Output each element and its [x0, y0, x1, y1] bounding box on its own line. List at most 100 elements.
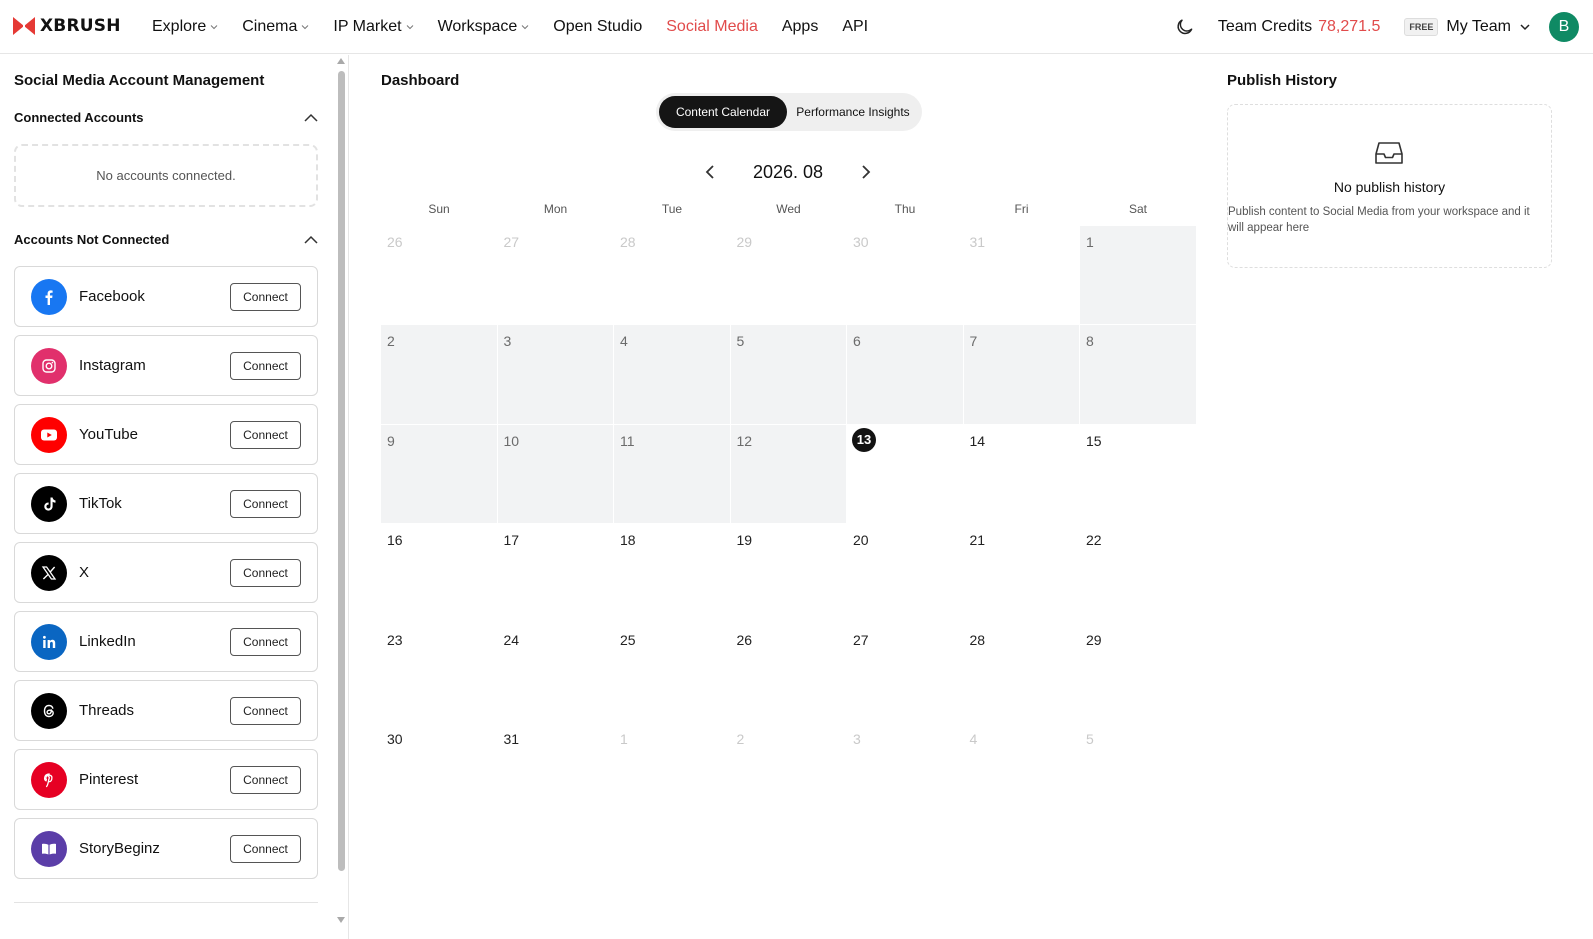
chevron-up-icon[interactable]: [304, 235, 318, 245]
calendar-day[interactable]: 9: [381, 424, 497, 524]
day-number: 17: [503, 532, 520, 549]
calendar-day[interactable]: 2: [381, 325, 497, 424]
calendar-day[interactable]: 15: [1080, 425, 1196, 523]
calendar-day[interactable]: 27: [498, 226, 614, 324]
calendar-day[interactable]: 30: [847, 226, 963, 324]
calendar-day[interactable]: 12: [730, 424, 846, 524]
calendar-day[interactable]: 29: [1080, 624, 1196, 722]
calendar-day[interactable]: 29: [731, 226, 847, 324]
view-toggle: Content Calendar Performance Insights: [656, 93, 922, 131]
linkedin-icon: [31, 623, 67, 660]
calendar-day[interactable]: 16: [381, 524, 497, 622]
calendar-day[interactable]: 10: [497, 424, 613, 524]
calendar-day[interactable]: 25: [614, 624, 730, 722]
connect-linkedin-button[interactable]: Connect: [230, 627, 301, 656]
calendar-day[interactable]: 24: [498, 624, 614, 722]
calendar-day[interactable]: 28: [964, 624, 1080, 722]
publish-history-empty-description: Publish content to Social Media from you…: [1228, 206, 1530, 234]
nav-label: IP Market: [333, 18, 402, 35]
day-number: 11: [620, 432, 635, 449]
calendar-day[interactable]: 31: [964, 226, 1080, 324]
not-connected-accounts-header[interactable]: Accounts Not Connected: [14, 232, 318, 247]
calendar-day[interactable]: 1: [1080, 226, 1196, 325]
calendar-day-today[interactable]: 13: [847, 425, 963, 523]
nav-api[interactable]: API: [842, 18, 868, 36]
plan-badge: FREE: [1404, 18, 1439, 36]
day-number: 27: [503, 234, 520, 250]
calendar-day[interactable]: 19: [731, 524, 847, 622]
left-panel-scrollbar[interactable]: [335, 55, 347, 939]
calendar-day[interactable]: 6: [847, 325, 963, 424]
account-card-instagram: Instagram Connect: [14, 335, 318, 396]
tab-performance-insights[interactable]: Performance Insights: [787, 96, 919, 128]
scroll-thumb[interactable]: [338, 71, 345, 871]
tab-content-calendar[interactable]: Content Calendar: [659, 96, 787, 128]
calendar-day[interactable]: 5: [730, 325, 846, 424]
xbrush-logo[interactable]: XBRUSH: [13, 16, 121, 36]
connect-threads-button[interactable]: Connect: [230, 696, 301, 725]
inbox-icon: [1375, 142, 1403, 164]
calendar-day[interactable]: 21: [964, 524, 1080, 622]
calendar-day[interactable]: 1: [614, 723, 730, 821]
connect-tiktok-button[interactable]: Connect: [230, 489, 301, 518]
previous-month-chevron-icon[interactable]: [703, 164, 717, 180]
calendar-day[interactable]: 7: [963, 325, 1079, 424]
account-name: Facebook: [79, 288, 145, 305]
calendar-day[interactable]: 11: [614, 424, 730, 524]
calendar-day[interactable]: 27: [847, 624, 963, 722]
nav-social-media[interactable]: Social Media: [666, 18, 758, 36]
day-number: 3: [853, 731, 861, 747]
weekday-label: Mon: [543, 202, 568, 216]
calendar-day[interactable]: 22: [1080, 524, 1196, 622]
nav-apps[interactable]: Apps: [782, 18, 818, 36]
team-selector[interactable]: My Team: [1446, 18, 1511, 36]
nav-workspace[interactable]: Workspace: [438, 18, 530, 36]
connect-x-button[interactable]: Connect: [230, 558, 301, 587]
calendar-day[interactable]: 30: [381, 723, 497, 821]
calendar-day[interactable]: 31: [498, 723, 614, 821]
nav-open-studio[interactable]: Open Studio: [553, 18, 642, 36]
main-nav: Explore Cinema IP Market Workspace Open Stud…: [152, 0, 892, 54]
calendar-day[interactable]: 23: [381, 624, 497, 722]
day-number: 31: [969, 234, 986, 250]
user-avatar[interactable]: B: [1549, 12, 1579, 42]
day-number: 2: [736, 731, 745, 747]
calendar-day[interactable]: 3: [497, 325, 613, 424]
day-number: 12: [736, 432, 753, 449]
nav-cinema[interactable]: Cinema: [242, 18, 309, 36]
nav-explore[interactable]: Explore: [152, 18, 218, 36]
day-number: 29: [736, 234, 753, 250]
calendar-day[interactable]: 26: [731, 624, 847, 722]
dark-mode-moon-icon[interactable]: [1176, 18, 1194, 36]
connected-accounts-header[interactable]: Connected Accounts: [14, 110, 318, 125]
day-number: 2: [387, 333, 395, 350]
nav-ip-market[interactable]: IP Market: [333, 18, 413, 36]
calendar-day[interactable]: 2: [731, 723, 847, 821]
scroll-down-arrow-icon[interactable]: [337, 917, 345, 923]
calendar-day[interactable]: 3: [847, 723, 963, 821]
day-number: 9: [387, 432, 395, 449]
calendar-day[interactable]: 14: [964, 425, 1080, 523]
calendar-day[interactable]: 4: [964, 723, 1080, 821]
calendar-day[interactable]: 5: [1080, 723, 1196, 821]
chevron-down-icon[interactable]: [1519, 21, 1531, 33]
connect-youtube-button[interactable]: Connect: [230, 420, 301, 449]
calendar-day[interactable]: 28: [614, 226, 730, 324]
day-number: 15: [1086, 432, 1102, 449]
day-number: 25: [620, 631, 636, 648]
calendar-day[interactable]: 18: [614, 524, 730, 622]
calendar-day[interactable]: 17: [498, 524, 614, 622]
scroll-up-arrow-icon[interactable]: [337, 58, 345, 64]
calendar-day[interactable]: 4: [614, 325, 730, 424]
connect-storybeginz-button[interactable]: Connect: [230, 834, 301, 863]
threads-icon: [31, 692, 67, 729]
chevron-up-icon[interactable]: [304, 113, 318, 123]
weekday-label: Thu: [894, 202, 916, 216]
calendar-day[interactable]: 8: [1080, 325, 1196, 424]
connect-pinterest-button[interactable]: Connect: [230, 765, 301, 794]
connect-instagram-button[interactable]: Connect: [230, 351, 301, 380]
calendar-day[interactable]: 26: [381, 226, 497, 324]
connect-facebook-button[interactable]: Connect: [230, 282, 301, 311]
next-month-chevron-icon[interactable]: [859, 164, 873, 180]
calendar-day[interactable]: 20: [847, 524, 963, 622]
